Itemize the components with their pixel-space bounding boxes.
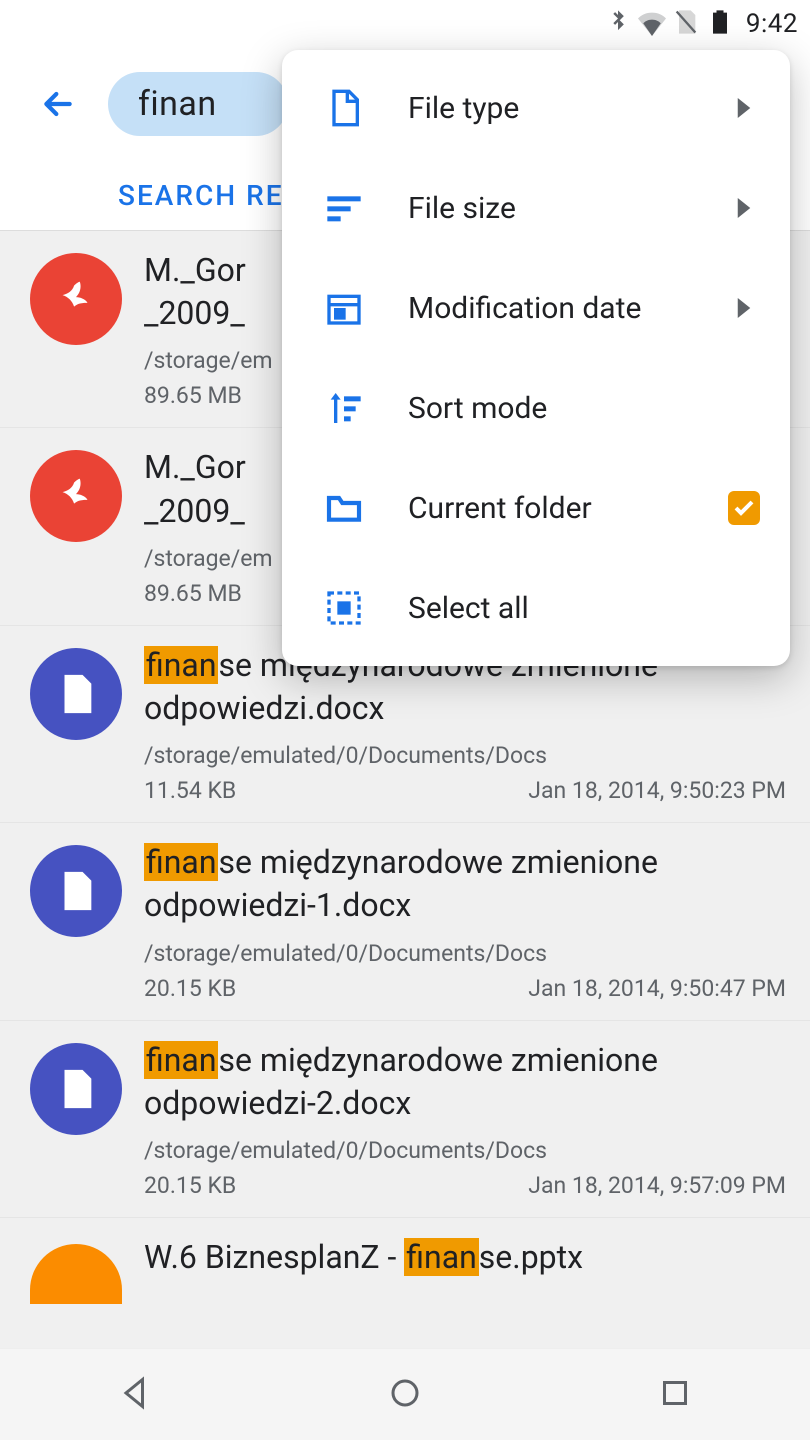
menu-item-label: File size (408, 191, 728, 226)
doc-file-icon (30, 845, 122, 937)
menu-item-folder[interactable]: Current folder (282, 458, 790, 558)
ppt-file-icon (30, 1244, 122, 1304)
pdf-file-icon (30, 450, 122, 542)
pdf-file-icon (30, 253, 122, 345)
nav-recent-button[interactable] (657, 1375, 693, 1415)
menu-item-file-type[interactable]: File type (282, 58, 790, 158)
menu-item-label: File type (408, 91, 728, 126)
date-icon (322, 286, 366, 330)
menu-item-label: Select all (408, 591, 760, 626)
no-sim-icon (672, 8, 700, 40)
file-row[interactable]: finanse międzynarodowe zmienione odpowie… (0, 1021, 810, 1218)
bluetooth-icon (604, 8, 632, 40)
file-path: /storage/emulated/0/Documents/Docs (144, 1137, 786, 1164)
folder-icon (322, 486, 366, 530)
file-date: Jan 18, 2014, 9:50:47 PM (528, 975, 786, 1002)
file-size-icon (322, 186, 366, 230)
file-date: Jan 18, 2014, 9:57:09 PM (528, 1172, 786, 1199)
select-all-icon (322, 586, 366, 630)
filter-menu: File type File size Modification date Sort … (282, 50, 790, 666)
menu-item-label: Modification date (408, 291, 728, 326)
file-row[interactable]: finanse międzynarodowe zmienione odpowie… (0, 823, 810, 1020)
battery-icon (706, 8, 734, 40)
menu-item-label: Sort mode (408, 391, 760, 426)
system-nav-bar (0, 1348, 810, 1440)
file-meta: 11.54 KB Jan 18, 2014, 9:50:23 PM (144, 777, 786, 804)
menu-item-date[interactable]: Modification date (282, 258, 790, 358)
status-bar: 9:42 (0, 0, 810, 48)
file-name: W.6 BiznesplanZ - finanse.pptx (144, 1236, 786, 1279)
file-row[interactable]: W.6 BiznesplanZ - finanse.pptx (0, 1218, 810, 1304)
file-path: /storage/emulated/0/Documents/Docs (144, 742, 786, 769)
file-row-body: finanse międzynarodowe zmienione odpowie… (144, 644, 786, 804)
file-meta: 20.15 KB Jan 18, 2014, 9:57:09 PM (144, 1172, 786, 1199)
checkbox-checked-icon (728, 491, 760, 525)
doc-file-icon (30, 1043, 122, 1135)
nav-home-button[interactable] (387, 1375, 423, 1415)
file-size: 20.15 KB (144, 1172, 236, 1199)
chevron-right-icon (728, 198, 760, 218)
file-date: Jan 18, 2014, 9:50:23 PM (528, 777, 786, 804)
file-meta: 20.15 KB Jan 18, 2014, 9:50:47 PM (144, 975, 786, 1002)
chevron-right-icon (728, 98, 760, 118)
file-row-body: W.6 BiznesplanZ - finanse.pptx (144, 1236, 786, 1304)
file-size: 89.65 MB (144, 382, 242, 409)
file-size: 11.54 KB (144, 777, 236, 804)
file-name: finanse międzynarodowe zmienione odpowie… (144, 1039, 786, 1125)
file-size: 89.65 MB (144, 580, 242, 607)
file-path: /storage/emulated/0/Documents/Docs (144, 940, 786, 967)
menu-item-select-all[interactable]: Select all (282, 558, 790, 658)
doc-file-icon (30, 648, 122, 740)
sort-icon (322, 386, 366, 430)
wifi-icon (638, 8, 666, 40)
menu-item-label: Current folder (408, 491, 728, 526)
file-row-body: finanse międzynarodowe zmienione odpowie… (144, 1039, 786, 1199)
menu-item-sort[interactable]: Sort mode (282, 358, 790, 458)
chevron-right-icon (728, 298, 760, 318)
search-text: finan (138, 84, 217, 124)
clock-time: 9:42 (746, 9, 798, 39)
back-button[interactable] (38, 84, 78, 124)
file-row-body: finanse międzynarodowe zmienione odpowie… (144, 841, 786, 1001)
file-name: finanse międzynarodowe zmienione odpowie… (144, 841, 786, 927)
menu-item-file-size[interactable]: File size (282, 158, 790, 258)
search-input[interactable]: finan (108, 72, 288, 136)
file-type-icon (322, 86, 366, 130)
file-size: 20.15 KB (144, 975, 236, 1002)
nav-back-button[interactable] (117, 1375, 153, 1415)
